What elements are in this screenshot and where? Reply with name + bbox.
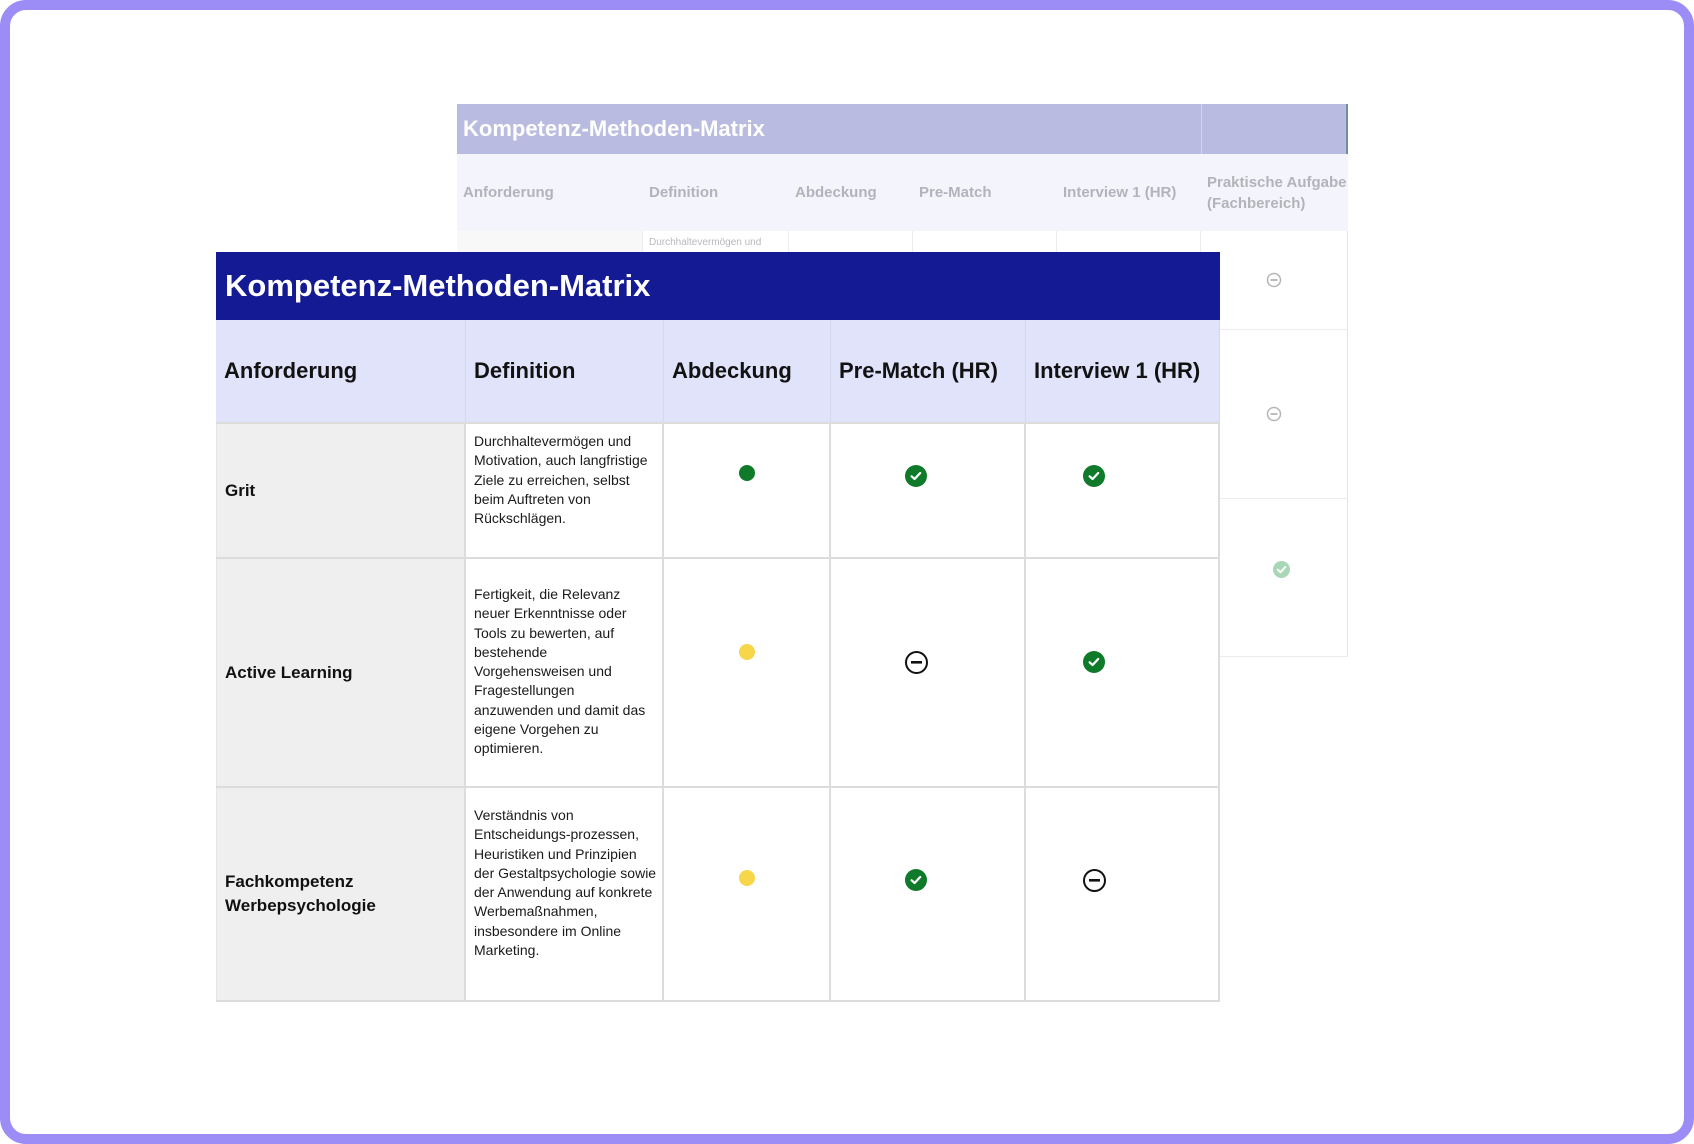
back-header-practical-task: Praktische Aufgabe (Fachbereich) xyxy=(1207,173,1347,212)
back-header-interview: Interview 1 (HR) xyxy=(1063,184,1177,201)
back-title-divider xyxy=(1201,104,1202,154)
header-coverage: Abdeckung xyxy=(664,320,831,422)
matrix-title: Kompetenz-Methoden-Matrix xyxy=(216,252,1220,320)
back-header-row: Anforderung Definition Abdeckung Pre-Mat… xyxy=(457,154,1348,231)
check-icon xyxy=(1083,465,1105,487)
interview-cell xyxy=(1026,559,1220,786)
front-matrix-card: Kompetenz-Methoden-Matrix Anforderung De… xyxy=(216,252,1220,1002)
back-header-coverage: Abdeckung xyxy=(795,184,877,201)
header-interview: Interview 1 (HR) xyxy=(1026,320,1220,422)
interview-cell xyxy=(1026,424,1220,557)
requirement-cell: Grit xyxy=(216,424,466,557)
neutral-icon xyxy=(1266,406,1282,422)
neutral-icon xyxy=(1083,869,1106,892)
check-icon xyxy=(905,465,927,487)
neutral-icon xyxy=(905,651,928,674)
header-requirement: Anforderung xyxy=(216,320,466,422)
header-definition: Definition xyxy=(466,320,664,422)
coverage-cell xyxy=(664,788,831,1000)
coverage-partial-dot-icon xyxy=(739,644,755,660)
back-matrix-title: Kompetenz-Methoden-Matrix xyxy=(457,104,1348,154)
back-header-definition: Definition xyxy=(649,184,719,201)
definition-cell: Fertigkeit, die Relevanz neuer Erkenntni… xyxy=(466,559,664,786)
back-title-text: Kompetenz-Methoden-Matrix xyxy=(463,116,765,141)
check-icon xyxy=(905,869,927,891)
coverage-cell xyxy=(664,559,831,786)
neutral-icon xyxy=(1266,272,1282,288)
coverage-partial-dot-icon xyxy=(739,870,755,886)
back-header-prematch: Pre-Match xyxy=(919,184,992,201)
definition-cell: Verständnis von Entscheidungs-prozessen,… xyxy=(466,788,664,1000)
back-cell-practical xyxy=(1201,330,1348,498)
prematch-cell xyxy=(831,424,1026,557)
coverage-cell xyxy=(664,424,831,557)
header-prematch: Pre-Match (HR) xyxy=(831,320,1026,422)
coverage-full-dot-icon xyxy=(739,465,755,481)
definition-cell: Durchhaltevermögen und Motivation, auch … xyxy=(466,424,664,557)
back-header-requirement: Anforderung xyxy=(463,184,554,201)
header-row: Anforderung Definition Abdeckung Pre-Mat… xyxy=(216,320,1220,422)
prematch-cell xyxy=(831,788,1026,1000)
interview-cell xyxy=(1026,788,1220,1000)
table-row: Active Learning Fertigkeit, die Relevanz… xyxy=(216,557,1220,786)
table-row: Grit Durchhaltevermögen und Motivation, … xyxy=(216,422,1220,557)
back-cell-practical xyxy=(1201,231,1348,329)
requirement-cell: Fachkompetenz Werbepsychologie xyxy=(216,788,466,1000)
back-cell-practical xyxy=(1201,499,1348,656)
prematch-cell xyxy=(831,559,1026,786)
table-row: Fachkompetenz Werbepsychologie Verständn… xyxy=(216,786,1220,1002)
requirement-cell: Active Learning xyxy=(216,559,466,786)
window-frame: Kompetenz-Methoden-Matrix Anforderung De… xyxy=(0,0,1694,1144)
check-icon xyxy=(1272,561,1290,578)
check-icon xyxy=(1083,651,1105,673)
